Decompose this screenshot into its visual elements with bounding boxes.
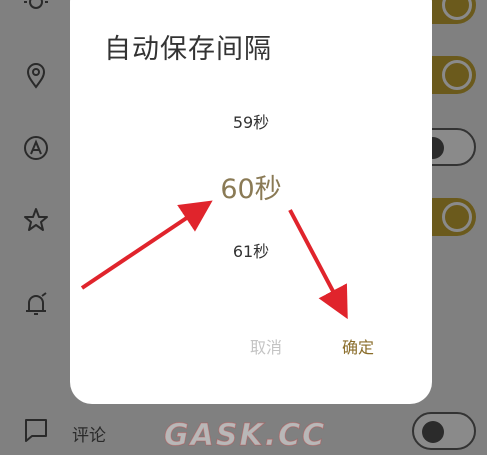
reminder-icon <box>22 290 50 318</box>
comment-icon <box>22 416 50 444</box>
picker-option-next[interactable]: 61秒 <box>70 238 432 262</box>
toggle-knob <box>442 60 472 90</box>
autosave-interval-dialog: 自动保存间隔 59秒 60秒 61秒 取消 确定 <box>70 0 432 404</box>
picker-option-previous[interactable]: 59秒 <box>70 109 432 133</box>
font-icon <box>22 134 50 162</box>
location-icon <box>22 62 50 90</box>
brightness-icon <box>22 0 50 16</box>
comment-label: 评论 <box>72 426 106 446</box>
cancel-button[interactable]: 取消 <box>250 334 282 358</box>
toggle-knob <box>442 0 472 20</box>
star-icon <box>22 206 50 234</box>
toggle-switch-comment[interactable] <box>412 412 476 450</box>
picker-option-selected[interactable]: 60秒 <box>70 167 432 206</box>
confirm-button[interactable]: 确定 <box>342 334 374 358</box>
toggle-knob <box>442 202 472 232</box>
watermark: GASK.CC <box>163 418 327 454</box>
toggle-knob <box>422 421 444 443</box>
dialog-title: 自动保存间隔 <box>104 34 272 65</box>
